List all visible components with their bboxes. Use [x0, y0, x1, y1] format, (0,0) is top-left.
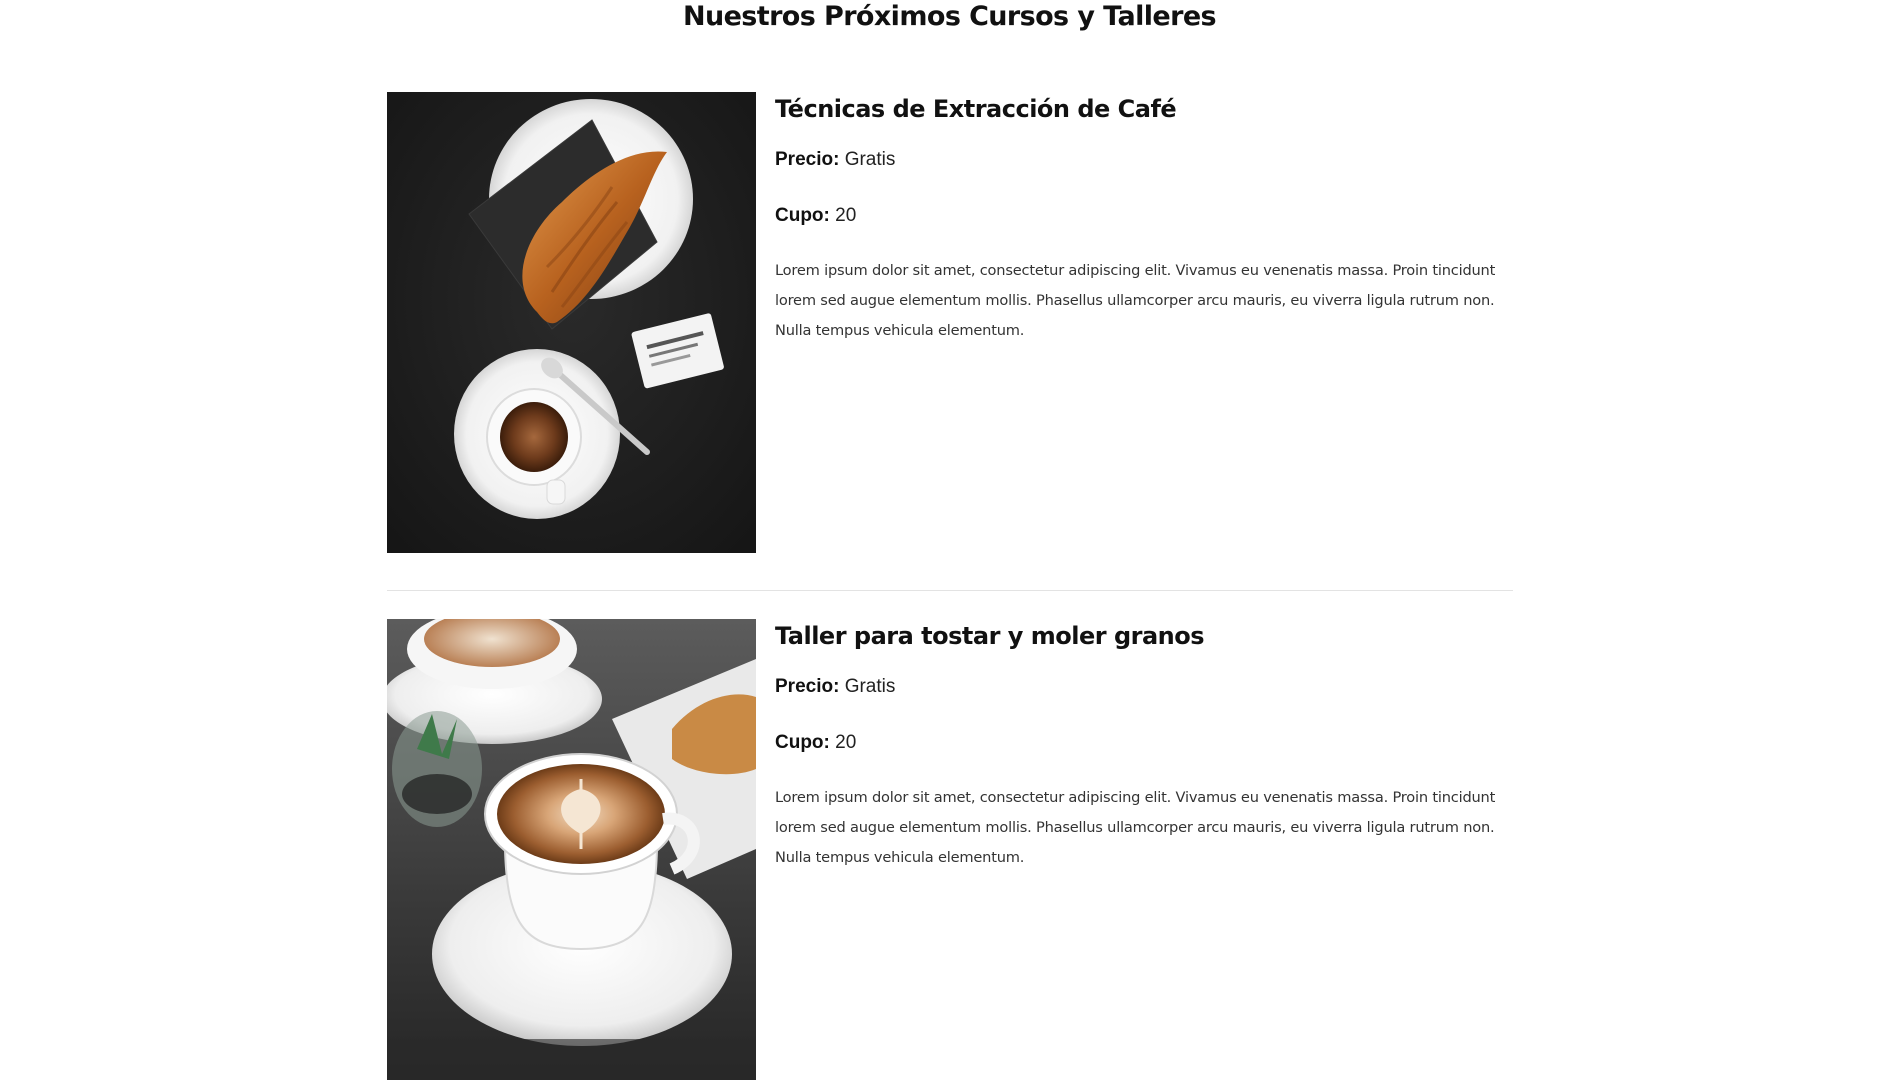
cupo-label: Cupo:: [775, 205, 830, 226]
course-cupo: Cupo: 20: [775, 731, 856, 755]
course-card: Técnicas de Extracción de Café Precio: G…: [387, 92, 1513, 553]
course-image-croissant-espresso: [387, 92, 756, 553]
cupo-label: Cupo:: [775, 732, 830, 753]
course-image-latte-art: [387, 619, 756, 1080]
course-title: Técnicas de Extracción de Café: [775, 95, 1177, 123]
price-value: Gratis: [844, 676, 896, 697]
page-title: Nuestros Próximos Cursos y Talleres: [682, 1, 1217, 32]
price-label: Precio:: [775, 676, 840, 697]
course-description: Lorem ipsum dolor sit amet, consectetur …: [775, 262, 1496, 339]
cupo-value: 20: [835, 205, 857, 226]
course-price: Precio: Gratis: [775, 148, 895, 172]
course-cupo: Cupo: 20: [775, 204, 856, 228]
cupo-value: 20: [835, 732, 857, 753]
price-label: Precio:: [775, 149, 840, 170]
price-value: Gratis: [844, 149, 896, 170]
course-title: Taller para tostar y moler granos: [775, 622, 1205, 650]
course-price: Precio: Gratis: [775, 675, 895, 699]
course-divider: [387, 590, 1513, 591]
course-card: Taller para tostar y moler granos Precio…: [387, 619, 1513, 1080]
course-description: Lorem ipsum dolor sit amet, consectetur …: [775, 789, 1496, 866]
